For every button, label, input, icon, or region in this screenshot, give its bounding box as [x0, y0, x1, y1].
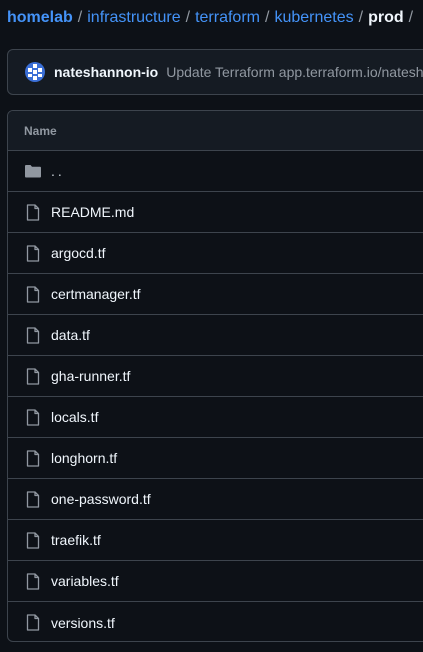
- breadcrumb-separator: /: [185, 9, 191, 26]
- file-name-link[interactable]: versions.tf: [51, 615, 115, 631]
- breadcrumb-separator: /: [264, 9, 270, 26]
- commit-message-link[interactable]: Update Terraform app.terraform.io/natesh…: [166, 64, 423, 80]
- file-name-link[interactable]: certmanager.tf: [51, 286, 141, 302]
- table-row[interactable]: versions.tf: [8, 602, 423, 641]
- table-row[interactable]: gha-runner.tf: [8, 356, 423, 397]
- folder-icon: [24, 163, 41, 180]
- commit-author-link[interactable]: nateshannon-io: [54, 64, 158, 80]
- breadcrumb-separator: /: [358, 9, 364, 26]
- table-row[interactable]: variables.tf: [8, 561, 423, 602]
- file-name-link[interactable]: locals.tf: [51, 409, 98, 425]
- breadcrumb-link-kubernetes[interactable]: kubernetes: [274, 7, 353, 29]
- breadcrumb-separator: /: [408, 9, 414, 26]
- file-name-link[interactable]: gha-runner.tf: [51, 368, 130, 384]
- avatar[interactable]: [25, 62, 45, 82]
- file-icon: [24, 326, 41, 344]
- breadcrumb-repo-link[interactable]: homelab: [7, 7, 73, 29]
- table-row[interactable]: locals.tf: [8, 397, 423, 438]
- file-name-link[interactable]: argocd.tf: [51, 245, 105, 261]
- breadcrumb-current: prod: [368, 9, 404, 26]
- table-row[interactable]: longhorn.tf: [8, 438, 423, 479]
- table-row[interactable]: argocd.tf: [8, 233, 423, 274]
- table-row[interactable]: one-password.tf: [8, 479, 423, 520]
- latest-commit-bar: nateshannon-io Update Terraform app.terr…: [7, 49, 423, 95]
- file-icon: [24, 408, 41, 426]
- file-name-link[interactable]: data.tf: [51, 327, 90, 343]
- file-table: Name .. README.md argocd.tf certmanager.…: [7, 110, 423, 642]
- table-row[interactable]: README.md: [8, 192, 423, 233]
- table-row[interactable]: traefik.tf: [8, 520, 423, 561]
- file-name-link[interactable]: traefik.tf: [51, 532, 101, 548]
- table-header-name: Name: [8, 111, 423, 151]
- file-icon: [24, 572, 41, 590]
- parent-directory-link[interactable]: ..: [51, 163, 65, 179]
- breadcrumb: homelab / infrastructure / terraform / k…: [7, 6, 418, 30]
- breadcrumb-separator: /: [77, 9, 83, 26]
- file-icon: [24, 614, 41, 631]
- file-icon: [24, 367, 41, 385]
- file-icon: [24, 449, 41, 467]
- file-icon: [24, 203, 41, 221]
- table-row[interactable]: data.tf: [8, 315, 423, 356]
- file-name-link[interactable]: variables.tf: [51, 573, 119, 589]
- table-row-parent-directory[interactable]: ..: [8, 151, 423, 192]
- file-icon: [24, 285, 41, 303]
- file-icon: [24, 244, 41, 262]
- file-name-link[interactable]: README.md: [51, 204, 134, 220]
- file-browser-page: homelab / infrastructure / terraform / k…: [0, 0, 423, 652]
- table-row[interactable]: certmanager.tf: [8, 274, 423, 315]
- file-icon: [24, 531, 41, 549]
- file-name-link[interactable]: longhorn.tf: [51, 450, 117, 466]
- file-icon: [24, 490, 41, 508]
- file-name-link[interactable]: one-password.tf: [51, 491, 151, 507]
- breadcrumb-link-terraform[interactable]: terraform: [195, 7, 260, 29]
- breadcrumb-link-infrastructure[interactable]: infrastructure: [87, 7, 180, 29]
